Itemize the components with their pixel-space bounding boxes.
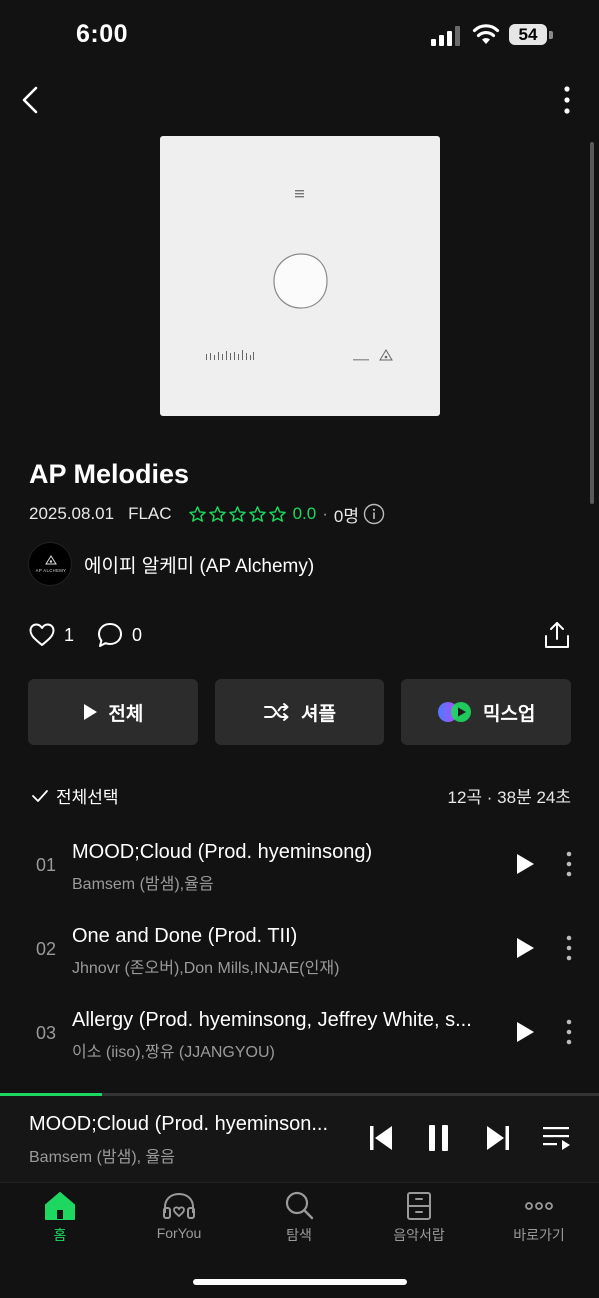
status-bar: 6:00 54 [0,0,599,70]
album-title: AP Melodies [29,459,190,489]
more-vertical-icon[interactable] [552,82,582,118]
album-cover [160,136,440,416]
cellular-signal-icon [431,26,463,46]
artist-link[interactable]: AP ALCHEMY 에이피 알케미 (AP Alchemy) [28,542,314,586]
back-icon[interactable] [14,82,50,118]
star-icon[interactable] [268,505,287,524]
play-icon[interactable] [515,853,535,875]
track-artist[interactable]: Jhnovr (존오버),Don Mills,INJAE(인재) [72,954,339,978]
more-vertical-icon[interactable] [562,851,576,877]
now-playing-artist[interactable]: Bamsem (밤샘), 율음 [29,1143,175,1167]
select-all-toggle[interactable]: 전체선택 [30,783,119,808]
artist-name[interactable]: 에이피 알케미 (AP Alchemy) [84,551,314,578]
battery-tip [549,31,553,39]
track-title[interactable]: Allergy (Prod. hyeminsong, Jeffrey White… [72,1009,502,1032]
track-title[interactable]: MOOD;Cloud (Prod. hyeminsong) [72,841,502,864]
pause-icon[interactable] [427,1124,451,1152]
album-meta: 2025.08.01 FLAC 0.0 · 0명 [29,503,385,526]
release-date: 2025.08.01 [29,504,115,523]
tab-foryou-label: ForYou [156,1225,202,1241]
home-icon [45,1192,75,1220]
more-dots-icon [525,1202,553,1210]
track-row[interactable]: 02 One and Done (Prod. TII) Jhnovr (존오버)… [36,919,584,979]
shuffle-button[interactable]: 셔플 [214,679,385,745]
shuffle-label: 셔플 [301,703,336,725]
star-icon[interactable] [188,505,207,524]
wifi-icon [472,24,500,44]
play-icon[interactable] [515,1021,535,1043]
share-icon[interactable] [543,620,571,650]
next-track-icon[interactable] [485,1124,511,1152]
tab-music-drawer-label: 음악서랍 [393,1227,445,1243]
headphones-heart-icon [163,1192,195,1219]
tab-shortcuts[interactable]: 바로가기 [494,1191,584,1251]
select-all-label: 전체선택 [56,788,119,807]
like-count: 1 [64,624,75,645]
track-artist[interactable]: 이소 (iiso),짱유 (JJANGYOU) [72,1038,275,1062]
svg-text:AP ALCHEMY: AP ALCHEMY [36,568,67,573]
mini-player[interactable]: MOOD;Cloud (Prod. hyeminson... Bamsem (밤… [0,1096,599,1182]
play-icon [84,704,98,720]
star-icon[interactable] [228,505,247,524]
playlist-icon[interactable] [542,1124,572,1152]
track-title[interactable]: One and Done (Prod. TII) [72,925,502,948]
play-all-label: 전체 [108,703,144,725]
rating-stars[interactable] [188,505,287,524]
track-number: 03 [36,1023,57,1043]
star-icon[interactable] [248,505,267,524]
comment-count: 0 [132,624,143,645]
more-vertical-icon[interactable] [562,935,576,961]
more-vertical-icon[interactable] [562,1019,576,1045]
play-all-button[interactable]: 전체 [28,679,198,745]
rating-value: 0.0 [292,504,317,523]
tab-shortcuts-label: 바로가기 [513,1227,565,1243]
track-summary: 12곡 · 38분 24초 [447,788,571,807]
album-cover-art [206,190,393,361]
now-playing-title[interactable]: MOOD;Cloud (Prod. hyeminson... [29,1113,349,1136]
track-artist[interactable]: Bamsem (밤샘),율음 [72,870,214,894]
star-icon[interactable] [208,505,227,524]
tab-foryou[interactable]: ForYou [134,1191,224,1251]
rater-count: 0명 [333,506,359,526]
track-row[interactable]: 01 MOOD;Cloud (Prod. hyeminsong) Bamsem … [36,835,584,895]
info-icon[interactable] [363,503,385,525]
artist-avatar[interactable]: AP ALCHEMY [28,542,72,586]
tab-explore-label: 탐색 [286,1227,312,1243]
track-number: 01 [36,855,57,875]
track-row[interactable]: 03 Allergy (Prod. hyeminsong, Jeffrey Wh… [36,1003,584,1063]
scrollbar[interactable] [590,142,594,504]
mixup-label: 믹스업 [482,703,536,725]
check-icon [32,789,48,802]
heart-icon[interactable] [28,622,56,648]
comment-icon[interactable] [96,621,124,649]
drawer-icon [407,1192,431,1220]
tab-home[interactable]: 홈 [15,1191,105,1251]
list-header: 전체선택 12곡 · 38분 24초 [30,783,571,807]
battery-indicator: 54 [509,24,547,45]
previous-track-icon[interactable] [368,1124,394,1152]
audio-format: FLAC [128,504,172,523]
social-row: 1 0 [28,620,571,650]
search-icon [285,1191,314,1220]
mixup-button[interactable]: 믹스업 [401,679,572,745]
play-icon[interactable] [515,937,535,959]
tab-home-label: 홈 [53,1227,67,1243]
shuffle-icon [264,703,289,721]
tab-music-drawer[interactable]: 음악서랍 [374,1191,464,1251]
mixup-icon [437,702,471,722]
status-time: 6:00 [76,20,129,48]
separator-dot: · [322,504,328,523]
tab-explore[interactable]: 탐색 [254,1191,344,1251]
track-number: 02 [36,939,57,959]
action-buttons: 전체 셔플 믹스업 [28,679,572,745]
artist-logo: AP ALCHEMY [36,555,67,573]
home-indicator [193,1279,407,1285]
